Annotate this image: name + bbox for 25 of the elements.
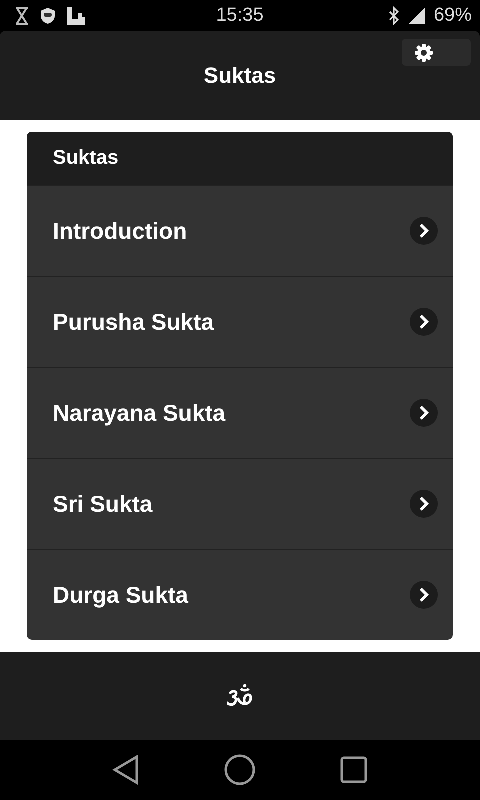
page-title: Suktas xyxy=(204,62,276,88)
settings-icon xyxy=(414,42,434,62)
chevron-right-icon xyxy=(410,581,438,609)
recents-icon[interactable] xyxy=(340,756,368,784)
shield-icon xyxy=(40,6,56,24)
chevron-right-icon xyxy=(410,308,438,336)
home-icon[interactable] xyxy=(224,754,256,786)
settings-button[interactable] xyxy=(402,39,471,66)
om-icon xyxy=(227,684,253,708)
chevron-right-icon xyxy=(410,399,438,427)
list-item[interactable]: Introduction xyxy=(27,185,453,276)
list-item[interactable]: Sri Sukta xyxy=(27,458,453,549)
list-item[interactable]: Purusha Sukta xyxy=(27,276,453,367)
hourglass-icon xyxy=(14,6,30,26)
app-notification-icon xyxy=(66,6,86,26)
list-item[interactable]: Durga Sukta xyxy=(27,549,453,640)
chevron-right-icon xyxy=(410,490,438,518)
bluetooth-icon xyxy=(388,6,400,26)
list-heading: Suktas xyxy=(27,132,453,185)
status-time: 15:35 xyxy=(216,4,264,26)
chevron-right-icon xyxy=(410,217,438,245)
signal-icon xyxy=(408,6,426,24)
battery-percent: 69% xyxy=(434,4,472,26)
list-item[interactable]: Narayana Sukta xyxy=(27,367,453,458)
back-icon[interactable] xyxy=(112,755,140,785)
